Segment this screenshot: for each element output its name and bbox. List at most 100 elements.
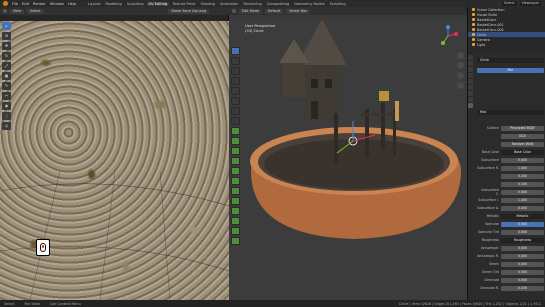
property-value[interactable]: 0.000 — [501, 253, 544, 259]
workspace-tab-modeling[interactable]: Modeling — [103, 2, 123, 6]
edge-slide-tool-icon[interactable] — [231, 207, 240, 215]
workspace-tab-animation[interactable]: Animation — [218, 2, 240, 6]
property-value[interactable]: 0.000 — [501, 189, 544, 195]
pan-icon[interactable] — [457, 62, 464, 69]
property-value[interactable]: Base Color — [501, 149, 544, 155]
shrink-tool-icon[interactable] — [231, 217, 240, 225]
select-tool-icon[interactable]: ▸ — [2, 22, 11, 30]
bevel-tool-icon[interactable] — [231, 147, 240, 155]
render-tab-icon[interactable] — [468, 61, 473, 66]
select-box-menu[interactable]: Select Box — [286, 8, 311, 14]
mode-selector[interactable]: Edit Mode — [239, 8, 262, 14]
property-value[interactable]: 0.200 — [501, 173, 544, 179]
workspace-tab-layout[interactable]: Layout — [86, 2, 102, 6]
zoom-icon[interactable] — [457, 52, 464, 59]
cursor-tool-icon[interactable]: ⊕ — [2, 32, 11, 40]
data-tab-icon[interactable] — [468, 97, 473, 102]
material-tab-icon[interactable] — [468, 103, 473, 108]
select-menu[interactable]: Select — [27, 8, 44, 14]
transform-tool-icon[interactable]: ▣ — [2, 72, 11, 80]
relax-tool-icon[interactable]: ◌ — [2, 112, 11, 120]
navigation-gizmo[interactable] — [437, 25, 459, 47]
editor-type-icon[interactable] — [3, 9, 7, 13]
menu-help[interactable]: Help — [68, 2, 76, 6]
transform-tool-icon[interactable] — [231, 97, 240, 105]
shear-tool-icon[interactable] — [231, 227, 240, 235]
editor-type-icon[interactable] — [232, 9, 236, 13]
menu-window[interactable]: Window — [50, 2, 64, 6]
grab-tool-icon[interactable]: ◉ — [2, 102, 11, 110]
view-menu[interactable]: View — [10, 8, 25, 14]
property-value[interactable]: 1.000 — [501, 165, 544, 171]
image-name-field[interactable]: Stone Sand Con.png — [168, 8, 209, 14]
uv-texture-canvas[interactable] — [0, 21, 229, 300]
viewport-canvas[interactable] — [229, 21, 467, 300]
workspace-tab-geometry-nodes[interactable]: Geometry Nodes — [292, 2, 326, 6]
select-tool-icon[interactable] — [231, 47, 240, 55]
output-tab-icon[interactable] — [468, 67, 473, 72]
smooth-tool-icon[interactable] — [231, 197, 240, 205]
rotate-tool-icon[interactable]: ↻ — [2, 52, 11, 60]
poly-build-tool-icon[interactable] — [231, 177, 240, 185]
tool-tab-icon[interactable] — [468, 55, 473, 60]
property-value[interactable]: 0.500 — [501, 269, 544, 275]
workspace-tab-scripting[interactable]: Scripting — [328, 2, 348, 6]
material-slot-name[interactable]: Mat — [477, 67, 544, 73]
camera-icon[interactable] — [457, 72, 464, 79]
property-value[interactable]: Roughness — [501, 237, 544, 243]
rip-tool-icon[interactable]: ✂ — [2, 92, 11, 100]
property-value[interactable]: GGX — [501, 133, 544, 139]
menu-edit[interactable]: Edit — [22, 2, 29, 6]
move-tool-icon[interactable] — [231, 67, 240, 75]
annotate-tool-icon[interactable] — [231, 107, 240, 115]
property-value[interactable]: 1.400 — [501, 197, 544, 203]
object-name[interactable]: Circle — [477, 57, 544, 63]
blender-logo-icon[interactable] — [3, 1, 8, 6]
scene-tab-icon[interactable] — [468, 73, 473, 78]
property-value[interactable]: Metallic — [501, 213, 544, 219]
loop-cut-tool-icon[interactable] — [231, 157, 240, 165]
rip-region-tool-icon[interactable] — [231, 237, 240, 245]
workspace-tab-rendering[interactable]: Rendering — [241, 2, 263, 6]
property-value[interactable]: 0.000 — [501, 261, 544, 267]
property-value[interactable]: 0.500 — [501, 221, 544, 227]
grid-icon[interactable] — [457, 82, 464, 89]
menu-render[interactable]: Render — [33, 2, 46, 6]
workspace-tab-compositing[interactable]: Compositing — [265, 2, 292, 6]
world-tab-icon[interactable] — [468, 79, 473, 84]
scene-name[interactable]: Scene — [502, 1, 517, 6]
view-layer-name[interactable]: ViewLayer — [519, 1, 541, 6]
property-value[interactable]: 0.000 — [501, 229, 544, 235]
modifier-tab-icon[interactable] — [468, 91, 473, 96]
property-value[interactable]: 0.000 — [501, 245, 544, 251]
move-tool-icon[interactable]: ✥ — [2, 42, 11, 50]
workspace-tab-texture-paint[interactable]: Texture Paint — [170, 2, 197, 6]
property-value[interactable]: 0.000 — [501, 205, 544, 211]
object-tab-icon[interactable] — [468, 85, 473, 90]
property-value[interactable]: 0.000 — [501, 277, 544, 283]
measure-tool-icon[interactable] — [231, 117, 240, 125]
orientation-selector[interactable]: Default — [264, 8, 284, 14]
property-value[interactable]: Random Walk — [501, 141, 544, 147]
property-value[interactable]: Principled BSDF — [501, 125, 544, 131]
cursor-tool-icon[interactable] — [231, 57, 240, 65]
scale-tool-icon[interactable] — [231, 87, 240, 95]
extrude-tool-icon[interactable] — [231, 127, 240, 135]
menu-file[interactable]: File — [12, 2, 18, 6]
property-value[interactable]: 0.000 — [501, 157, 544, 163]
outliner-item[interactable]: Light — [468, 42, 545, 47]
scale-tool-icon[interactable]: ⤢ — [2, 62, 11, 70]
inset-tool-icon[interactable] — [231, 137, 240, 145]
workspace-tab-uv-editing[interactable]: UV Editing — [146, 1, 170, 6]
property-value[interactable]: 0.100 — [501, 181, 544, 187]
material-name[interactable]: Mat — [477, 109, 544, 115]
workspace-tab-shading[interactable]: Shading — [198, 2, 217, 6]
annotate-tool-icon[interactable]: ✎ — [2, 82, 11, 90]
knife-tool-icon[interactable] — [231, 167, 240, 175]
property-value[interactable]: 0.030 — [501, 285, 544, 291]
spin-tool-icon[interactable] — [231, 187, 240, 195]
rotate-tool-icon[interactable] — [231, 77, 240, 85]
pinch-tool-icon[interactable]: ◎ — [2, 122, 11, 130]
3d-viewport[interactable]: Edit Mode Default Select Box User Perspe… — [229, 7, 467, 300]
workspace-tab-sculpting[interactable]: Sculpting — [125, 2, 146, 6]
